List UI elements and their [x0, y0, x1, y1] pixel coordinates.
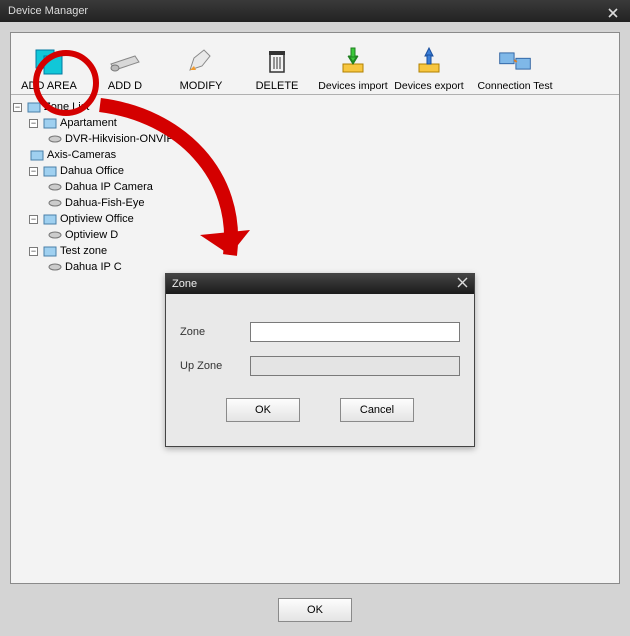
- zone-dialog-titlebar: Zone: [166, 274, 474, 294]
- tree-leaf-label: Dahua IP C: [65, 259, 122, 275]
- zone-ok-button[interactable]: OK: [226, 398, 300, 422]
- modify-icon: [183, 44, 219, 78]
- add-device-icon: [107, 44, 143, 78]
- zone-dialog-body: Zone Up Zone OK Cancel: [166, 294, 474, 446]
- tree-leaf-label: DVR-Hikvision-ONVIF: [65, 131, 173, 147]
- collapse-icon[interactable]: −: [29, 215, 38, 224]
- zone-dialog-title: Zone: [172, 278, 197, 290]
- tree-node-label: Axis-Cameras: [47, 147, 116, 163]
- tree-leaf[interactable]: Dahua-Fish-Eye: [13, 195, 617, 211]
- collapse-icon[interactable]: −: [29, 119, 38, 128]
- add-area-label: ADD AREA: [21, 80, 77, 92]
- devices-import-label: Devices import: [318, 80, 387, 92]
- import-icon: [335, 44, 371, 78]
- zone-cancel-button[interactable]: Cancel: [340, 398, 414, 422]
- area-icon: [42, 116, 58, 130]
- upzone-field-row: Up Zone: [180, 356, 460, 376]
- tree-leaf[interactable]: Optiview D: [13, 227, 617, 243]
- delete-icon: [259, 44, 295, 78]
- area-icon: [29, 148, 45, 162]
- tree-node[interactable]: − Apartament: [13, 115, 617, 131]
- upzone-field-label: Up Zone: [180, 360, 250, 372]
- devices-export-button[interactable]: Devices export: [391, 44, 467, 92]
- add-device-button[interactable]: ADD D: [87, 44, 163, 92]
- tree-leaf[interactable]: DVR-Hikvision-ONVIF: [13, 131, 617, 147]
- device-icon: [47, 228, 63, 242]
- devices-import-button[interactable]: Devices import: [315, 44, 391, 92]
- connection-test-button[interactable]: Connection Test: [467, 44, 563, 92]
- devices-export-label: Devices export: [394, 80, 463, 92]
- tree-node[interactable]: − Dahua Office: [13, 163, 617, 179]
- main-ok-button[interactable]: OK: [278, 598, 352, 622]
- tree-root[interactable]: − Zone List: [13, 99, 617, 115]
- zone-field-row: Zone: [180, 322, 460, 342]
- close-icon: [457, 277, 468, 288]
- add-device-label: ADD D: [108, 80, 142, 92]
- area-icon: [42, 244, 58, 258]
- modify-label: MODIFY: [180, 80, 223, 92]
- connection-test-icon: [497, 44, 533, 78]
- tree-node-label: Test zone: [60, 243, 107, 259]
- add-area-button[interactable]: ADD AREA: [11, 44, 87, 92]
- device-icon: [47, 196, 63, 210]
- export-icon: [411, 44, 447, 78]
- collapse-icon[interactable]: −: [29, 167, 38, 176]
- tree-node-label: Dahua Office: [60, 163, 124, 179]
- device-icon: [47, 180, 63, 194]
- tree-leaf[interactable]: Dahua IP Camera: [13, 179, 617, 195]
- zone-dialog-close-button[interactable]: [457, 277, 468, 291]
- tree-node[interactable]: Axis-Cameras: [13, 147, 617, 163]
- tree-root-label: Zone List: [44, 99, 89, 115]
- tree-node[interactable]: − Optiview Office: [13, 211, 617, 227]
- tree-node-label: Optiview Office: [60, 211, 134, 227]
- zone-dialog-buttons: OK Cancel: [180, 390, 460, 436]
- tree-leaf-label: Optiview D: [65, 227, 118, 243]
- tree-leaf-label: Dahua-Fish-Eye: [65, 195, 144, 211]
- area-icon: [42, 164, 58, 178]
- tree-node-label: Apartament: [60, 115, 117, 131]
- zone-dialog: Zone Zone Up Zone OK Cancel: [165, 273, 475, 447]
- zone-input[interactable]: [250, 322, 460, 342]
- upzone-input: [250, 356, 460, 376]
- tree-node[interactable]: − Test zone: [13, 243, 617, 259]
- folder-icon: [26, 100, 42, 114]
- area-icon: [42, 212, 58, 226]
- window-titlebar: Device Manager: [0, 0, 630, 22]
- delete-button[interactable]: DELETE: [239, 44, 315, 92]
- delete-label: DELETE: [256, 80, 299, 92]
- collapse-icon[interactable]: −: [13, 103, 22, 112]
- collapse-icon[interactable]: −: [29, 247, 38, 256]
- add-area-icon: [31, 44, 67, 78]
- connection-test-label: Connection Test: [477, 80, 552, 92]
- modify-button[interactable]: MODIFY: [163, 44, 239, 92]
- footer: OK: [278, 598, 352, 622]
- toolbar: ADD AREA ADD D: [11, 33, 619, 95]
- device-icon: [47, 260, 63, 274]
- zone-tree[interactable]: − Zone List − Apartament DVR-Hikvision-O…: [11, 95, 619, 279]
- device-icon: [47, 132, 63, 146]
- device-manager-window: Device Manager ADD AREA: [0, 0, 630, 636]
- window-close-button[interactable]: [604, 3, 622, 19]
- close-icon: [607, 7, 619, 19]
- zone-field-label: Zone: [180, 326, 250, 338]
- window-title: Device Manager: [8, 0, 88, 22]
- tree-leaf-label: Dahua IP Camera: [65, 179, 153, 195]
